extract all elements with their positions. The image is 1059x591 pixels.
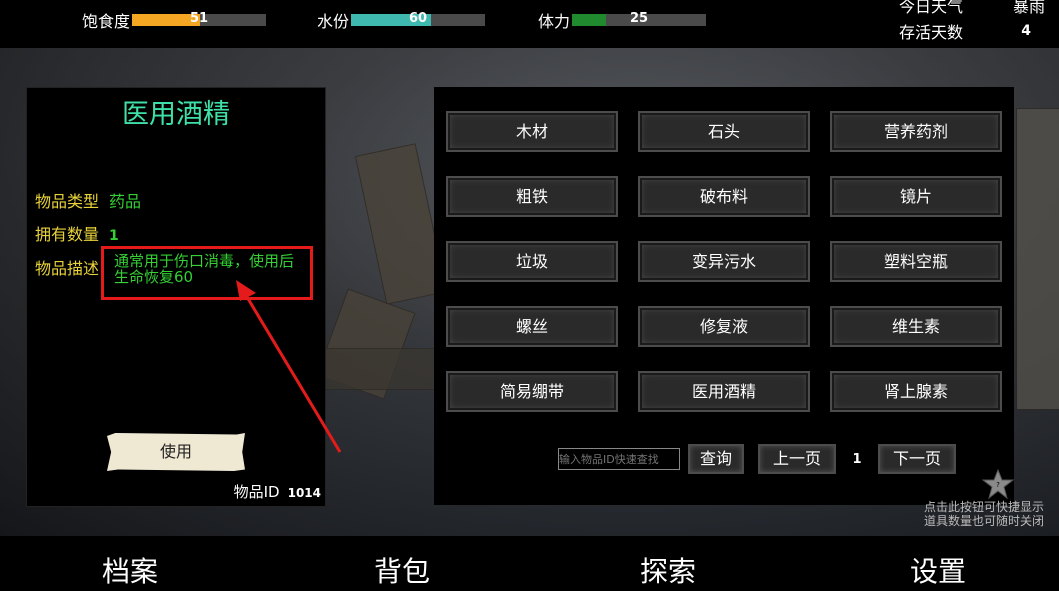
page-number: 1 xyxy=(852,451,862,467)
item-id-value: 1014 xyxy=(287,486,321,500)
nav-bag[interactable]: 背包 xyxy=(374,550,430,590)
item-count-row: 拥有数量 1 xyxy=(35,221,119,245)
star-icon[interactable]: ? xyxy=(982,468,1014,500)
hint-text: 点击此按钮可快捷显示 道具数量也可随时关闭 xyxy=(924,500,1059,528)
weather-panel: 今日天气 暴雨 存活天数 4 xyxy=(899,0,1059,44)
nav-archive[interactable]: 档案 xyxy=(102,550,158,590)
inventory-item-button[interactable]: 木材 xyxy=(446,111,618,152)
use-button[interactable]: 使用 xyxy=(107,433,245,471)
water-bar: 60 xyxy=(351,11,486,26)
stat-label: 饱食度 xyxy=(82,12,131,31)
status-bar: 饱食度 51 水份 60 体力 25 今日天气 暴雨 存活天数 4 xyxy=(0,0,1059,48)
inventory-item-button[interactable]: 变异污水 xyxy=(638,241,810,282)
inventory-item-button[interactable]: 营养药剂 xyxy=(830,111,1002,152)
item-type-row: 物品类型 药品 xyxy=(35,188,141,212)
nav-settings[interactable]: 设置 xyxy=(910,550,966,590)
inventory-item-button[interactable]: 石头 xyxy=(638,111,810,152)
water-stat: 水份 60 xyxy=(317,9,486,31)
next-page-button[interactable]: 下一页 xyxy=(878,444,956,474)
item-id-search-input[interactable] xyxy=(558,448,680,470)
prev-page-button[interactable]: 上一页 xyxy=(758,444,836,474)
item-desc-row: 物品描述 xyxy=(35,255,99,279)
stamina-bar: 25 xyxy=(572,11,707,26)
item-desc-value: 通常用于伤口消毒，使用后生命恢复60 xyxy=(114,252,295,286)
item-desc-label: 物品描述 xyxy=(35,259,100,278)
inventory-item-button[interactable]: 修复液 xyxy=(638,306,810,347)
hint-line: 道具数量也可随时关闭 xyxy=(924,514,1045,528)
inventory-panel: 木材 石头 营养药剂 粗铁 破布料 镜片 垃圾 变异污水 塑料空瓶 螺丝 修复液… xyxy=(434,87,1014,505)
bottom-nav: 档案 背包 探索 设置 xyxy=(0,536,1059,591)
hint-line: 点击此按钮可快捷显示 xyxy=(924,500,1045,514)
stamina-stat: 体力 25 xyxy=(538,9,707,31)
inventory-grid: 木材 石头 营养药剂 粗铁 破布料 镜片 垃圾 变异污水 塑料空瓶 螺丝 修复液… xyxy=(446,111,1002,412)
inventory-item-button[interactable]: 肾上腺素 xyxy=(830,371,1002,412)
nav-explore[interactable]: 探索 xyxy=(640,550,696,590)
svg-text:?: ? xyxy=(996,481,1000,489)
inventory-item-button[interactable]: 破布料 xyxy=(638,176,810,217)
weather-value: 暴雨 xyxy=(1012,0,1045,16)
inventory-item-button[interactable]: 螺丝 xyxy=(446,306,618,347)
inventory-item-button[interactable]: 镜片 xyxy=(830,176,1002,217)
inventory-item-button[interactable]: 粗铁 xyxy=(446,176,618,217)
inventory-item-button[interactable]: 医用酒精 xyxy=(638,371,810,412)
item-type-label: 物品类型 xyxy=(35,192,100,211)
weather-label: 今日天气 xyxy=(899,0,964,16)
stamina-value: 25 xyxy=(629,11,649,26)
inventory-item-button[interactable]: 简易绷带 xyxy=(446,371,618,412)
item-detail-panel: 医用酒精 物品类型 药品 拥有数量 1 物品描述 通常用于伤口消毒，使用后生命恢复6… xyxy=(26,87,326,507)
item-id: 物品ID 1014 xyxy=(234,481,321,502)
days-value: 4 xyxy=(1021,23,1031,39)
inventory-item-button[interactable]: 塑料空瓶 xyxy=(830,241,1002,282)
stat-label: 水份 xyxy=(317,12,350,31)
inventory-item-button[interactable]: 维生素 xyxy=(830,306,1002,347)
item-id-label: 物品ID xyxy=(233,483,280,501)
stat-label: 体力 xyxy=(538,12,571,31)
item-type-value: 药品 xyxy=(109,192,142,211)
satiety-bar: 51 xyxy=(132,11,267,26)
inventory-item-button[interactable]: 垃圾 xyxy=(446,241,618,282)
water-value: 60 xyxy=(408,11,428,26)
description-highlight-box: 通常用于伤口消毒，使用后生命恢复60 xyxy=(101,246,313,300)
days-label: 存活天数 xyxy=(899,23,964,42)
item-title: 医用酒精 xyxy=(122,99,230,130)
search-row: 查询 上一页 1 下一页 xyxy=(558,443,956,475)
satiety-value: 51 xyxy=(189,11,209,26)
satiety-stat: 饱食度 51 xyxy=(82,9,267,31)
query-button[interactable]: 查询 xyxy=(688,444,744,474)
item-count-value: 1 xyxy=(109,228,119,244)
debris-wall xyxy=(1016,108,1059,410)
debris-table xyxy=(325,348,437,390)
item-count-label: 拥有数量 xyxy=(35,225,100,244)
